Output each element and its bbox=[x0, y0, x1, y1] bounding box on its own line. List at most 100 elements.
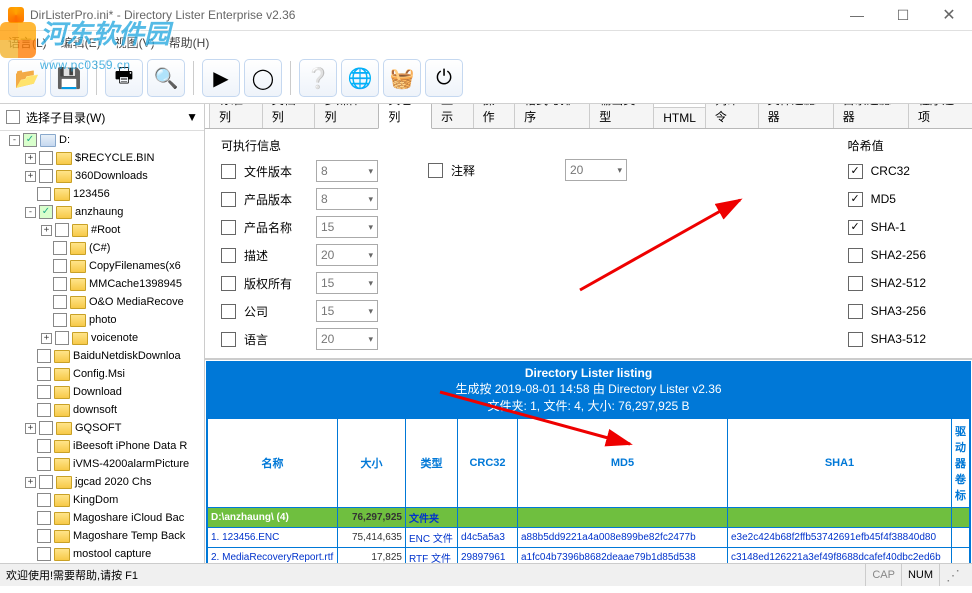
preview-panel: Directory Lister listing 生成按 2019-08-01 … bbox=[206, 361, 971, 563]
tree-node[interactable]: -✓anzhaung bbox=[0, 203, 204, 221]
tree-node[interactable]: Magoshare iCloud Bac bbox=[0, 509, 204, 527]
exec-checkbox[interactable] bbox=[221, 164, 236, 179]
exec-width-select[interactable]: 15▾ bbox=[316, 300, 378, 322]
statusbar: 欢迎使用!需要帮助,请按 F1 CAP NUM ⋰ bbox=[0, 563, 972, 586]
tab[interactable]: 程序选项 bbox=[908, 104, 972, 128]
comment-label: 注释 bbox=[451, 162, 515, 179]
menu-help[interactable]: 帮助(H) bbox=[169, 34, 210, 51]
tree-node[interactable]: +$RECYCLE.BIN bbox=[0, 149, 204, 167]
tree-node[interactable]: +voicenote bbox=[0, 329, 204, 347]
col-header[interactable]: MD5 bbox=[518, 419, 728, 508]
tab[interactable]: 输出类型 bbox=[589, 104, 654, 128]
folder-tree[interactable]: -✓D:+$RECYCLE.BIN+360Downloads123456-✓an… bbox=[0, 131, 204, 563]
window-title: DirListerPro.ini* - Directory Lister Ent… bbox=[30, 8, 834, 22]
menu-lang[interactable]: 语言(L) bbox=[8, 34, 47, 51]
tab[interactable]: 格式与排序 bbox=[514, 104, 590, 128]
tab[interactable]: 文档列 bbox=[262, 104, 316, 128]
col-header[interactable]: 驱动器卷标 bbox=[952, 419, 970, 508]
tree-node[interactable]: downsoft bbox=[0, 401, 204, 419]
tree-node[interactable]: +360Downloads bbox=[0, 167, 204, 185]
tree-node[interactable]: 123456 bbox=[0, 185, 204, 203]
tab[interactable]: 标准列 bbox=[209, 104, 263, 128]
help-button[interactable]: ❔ bbox=[299, 59, 337, 97]
tab[interactable]: 其它列 bbox=[378, 104, 432, 129]
tree-node[interactable]: MMCache1398945 bbox=[0, 275, 204, 293]
table-row[interactable]: 2. MediaRecoveryReport.rtf17,825RTF 文件29… bbox=[208, 548, 970, 564]
tree-node[interactable]: Download bbox=[0, 383, 204, 401]
exec-group-label: 可执行信息 bbox=[221, 137, 378, 154]
exec-width-select[interactable]: 15▾ bbox=[316, 216, 378, 238]
preview-button[interactable]: 🔍 bbox=[147, 59, 185, 97]
sidebar-title: 选择子目录(W) bbox=[26, 109, 105, 126]
col-header[interactable]: 大小 bbox=[338, 419, 406, 508]
tree-node[interactable]: photo bbox=[0, 311, 204, 329]
col-header[interactable]: 名称 bbox=[208, 419, 338, 508]
exec-width-select[interactable]: 8▾ bbox=[316, 160, 378, 182]
tree-node[interactable]: +#Root bbox=[0, 221, 204, 239]
close-button[interactable]: ✕ bbox=[926, 0, 972, 30]
hash-checkbox[interactable] bbox=[848, 332, 863, 347]
exec-width-select[interactable]: 20▾ bbox=[316, 244, 378, 266]
exec-checkbox[interactable] bbox=[221, 192, 236, 207]
hash-checkbox[interactable] bbox=[848, 304, 863, 319]
comment-checkbox[interactable] bbox=[428, 163, 443, 178]
tree-node[interactable]: (C#) bbox=[0, 239, 204, 257]
tree-node[interactable]: iVMS-4200alarmPicture bbox=[0, 455, 204, 473]
maximize-button[interactable]: ☐ bbox=[880, 0, 926, 30]
save-button[interactable]: 💾 bbox=[50, 59, 88, 97]
tree-node[interactable]: O&O MediaRecove bbox=[0, 293, 204, 311]
exec-checkbox[interactable] bbox=[221, 332, 236, 347]
tab[interactable]: 操作 bbox=[473, 104, 515, 128]
splitter[interactable] bbox=[205, 358, 972, 360]
tree-node[interactable]: +GQSOFT bbox=[0, 419, 204, 437]
exec-width-select[interactable]: 20▾ bbox=[316, 328, 378, 350]
stop-button[interactable]: ◯ bbox=[244, 59, 282, 97]
menu-edit[interactable]: 编辑(E) bbox=[61, 34, 101, 51]
tab[interactable]: 列命令 bbox=[705, 104, 759, 128]
sidebar-collapse-icon[interactable]: ▼ bbox=[186, 110, 198, 124]
col-header[interactable]: CRC32 bbox=[458, 419, 518, 508]
preview-line2: 生成按 2019-08-01 14:58 由 Directory Lister … bbox=[207, 380, 970, 397]
tree-node[interactable]: -✓D: bbox=[0, 131, 204, 149]
basket-button[interactable]: 🧺 bbox=[383, 59, 421, 97]
preview-line3: 文件夹: 1, 文件: 4, 大小: 76,297,925 B bbox=[207, 397, 970, 414]
minimize-button[interactable]: — bbox=[834, 0, 880, 30]
col-header[interactable]: 类型 bbox=[406, 419, 458, 508]
hash-checkbox[interactable] bbox=[848, 220, 863, 235]
tree-node[interactable]: BaiduNetdiskDownloa bbox=[0, 347, 204, 365]
exec-checkbox[interactable] bbox=[221, 276, 236, 291]
tree-node[interactable]: KingDom bbox=[0, 491, 204, 509]
tree-node[interactable]: +jgcad 2020 Chs bbox=[0, 473, 204, 491]
hash-checkbox[interactable] bbox=[848, 164, 863, 179]
resize-grip[interactable]: ⋰ bbox=[939, 564, 966, 586]
tab[interactable]: 多媒体列 bbox=[314, 104, 379, 128]
tree-node[interactable]: mostool capture bbox=[0, 545, 204, 563]
table-row[interactable]: 1. 123456.ENC75,414,635ENC 文件d4c5a5a3a88… bbox=[208, 528, 970, 548]
comment-width-select[interactable]: 20▾ bbox=[565, 159, 627, 181]
web-button[interactable]: 🌐 bbox=[341, 59, 379, 97]
exec-checkbox[interactable] bbox=[221, 220, 236, 235]
num-indicator: NUM bbox=[901, 564, 939, 586]
tree-node[interactable]: Config.Msi bbox=[0, 365, 204, 383]
exec-checkbox[interactable] bbox=[221, 248, 236, 263]
exec-checkbox[interactable] bbox=[221, 304, 236, 319]
hash-checkbox[interactable] bbox=[848, 276, 863, 291]
tab[interactable]: 目录过滤器 bbox=[833, 104, 909, 128]
hash-checkbox[interactable] bbox=[848, 192, 863, 207]
tree-node[interactable]: CopyFilenames(x6 bbox=[0, 257, 204, 275]
tab[interactable]: 显示 bbox=[431, 104, 473, 128]
select-all-checkbox[interactable] bbox=[6, 110, 20, 124]
tree-node[interactable]: Magoshare Temp Back bbox=[0, 527, 204, 545]
tree-node[interactable]: iBeesoft iPhone Data R bbox=[0, 437, 204, 455]
col-header[interactable]: SHA1 bbox=[728, 419, 952, 508]
tab[interactable]: 文件过滤器 bbox=[758, 104, 834, 128]
exec-width-select[interactable]: 15▾ bbox=[316, 272, 378, 294]
hash-checkbox[interactable] bbox=[848, 248, 863, 263]
open-button[interactable]: 📂 bbox=[8, 59, 46, 97]
power-button[interactable]: ⏻ bbox=[425, 59, 463, 97]
menu-view[interactable]: 视图(V) bbox=[115, 34, 155, 51]
print-button[interactable]: 🖶 bbox=[105, 59, 143, 97]
exec-width-select[interactable]: 8▾ bbox=[316, 188, 378, 210]
tab[interactable]: HTML bbox=[653, 107, 706, 128]
play-button[interactable]: ▶ bbox=[202, 59, 240, 97]
